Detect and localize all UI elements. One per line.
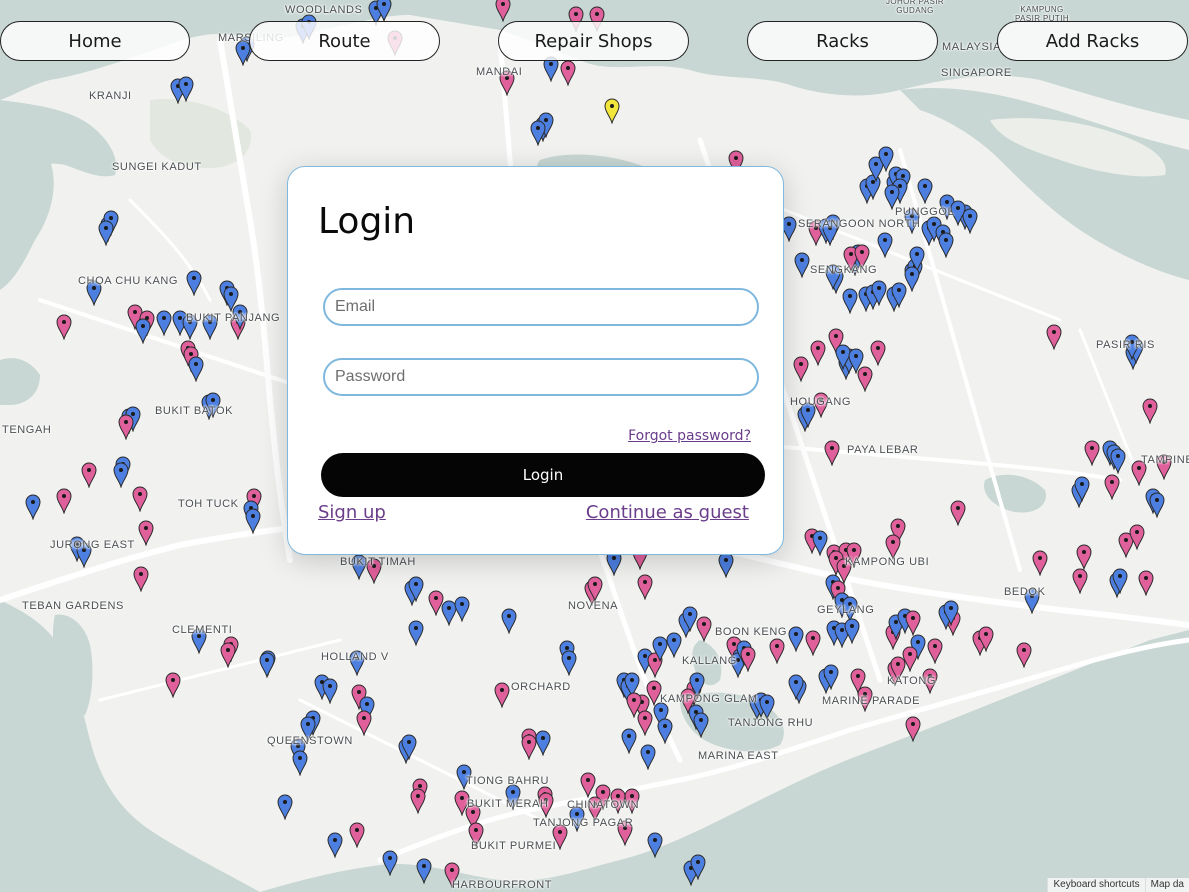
map-label-hougang: HOUGANG (790, 396, 852, 408)
map-label-chinatown: CHINATOWN (567, 799, 640, 811)
nav-racks-button[interactable]: Racks (747, 21, 938, 61)
map-label-marine-parade: MARINE PARADE (822, 695, 921, 707)
map-label-kranji: KRANJI (89, 90, 132, 102)
nav-home-button[interactable]: Home (0, 21, 190, 61)
sign-up-link[interactable]: Sign up (318, 502, 386, 523)
map-label-kallang: KALLANG (682, 655, 737, 667)
map-data-link[interactable]: Map da (1144, 878, 1189, 892)
nav-repair-shops-button[interactable]: Repair Shops (498, 21, 689, 61)
map-label-katong: KATONG (887, 675, 937, 687)
map-label-sungei-kadut: SUNGEI KADUT (112, 161, 202, 173)
map-label-mandai: MANDAI (476, 66, 523, 78)
map-label-sengkang: SENGKANG (810, 264, 878, 276)
map-label-woodlands: WOODLANDS (285, 4, 363, 16)
login-title: Login (318, 201, 416, 242)
map-label-bukit-batok: BUKIT BATOK (155, 405, 234, 417)
map-label-orchard: ORCHARD (511, 681, 571, 693)
map-label-jurong-east: JURONG EAST (50, 539, 135, 551)
map-label-pasir-ris: PASIR RIS (1096, 339, 1155, 351)
map-label-singapore: SINGAPORE (941, 67, 1012, 79)
map-label-punggol: PUNGGOL (895, 206, 955, 218)
map-label-tanjong-pagar: TANJONG PAGAR (533, 817, 634, 829)
map-label-choa-chu-kang: CHOA CHU KANG (78, 275, 179, 287)
nav-add-racks-button[interactable]: Add Racks (997, 21, 1188, 61)
map-label-toh-tuck: TOH TUCK (178, 498, 239, 510)
continue-as-guest-link[interactable]: Continue as guest (586, 502, 749, 523)
map-label-novena: NOVENA (568, 600, 619, 612)
map-label-bukit-merah: BUKIT MERAH (467, 798, 549, 810)
map-label-tiong-bahru: TIONG BAHRU (466, 775, 549, 787)
map-label-kampong-ubi: KAMPONG UBI (845, 556, 930, 568)
map-label-bukit-panjang: BUKIT PANJANG (186, 312, 281, 324)
map-label-tanjong-rhu: TANJONG RHU (728, 717, 814, 729)
map-label-clementi: CLEMENTI (172, 624, 233, 636)
map-label-bukit-timah: BUKIT TIMAH (340, 556, 416, 568)
email-field[interactable] (323, 288, 759, 326)
map-label-bedok: BEDOK (1004, 586, 1046, 598)
nav-route-button[interactable]: Route (249, 21, 440, 61)
map-label-harbourfront: HARBOURFRONT (452, 879, 553, 891)
map-label-geylang: GEYLANG (817, 604, 875, 616)
map-label-holland-v: HOLLAND V (321, 651, 389, 663)
keyboard-shortcuts-link[interactable]: Keyboard shortcuts (1047, 878, 1145, 892)
map-label-kampong-glam: KAMPONG GLAM (660, 693, 758, 705)
map-label-teban-gardens: TEBAN GARDENS (22, 600, 124, 612)
login-card: Login Forgot password? Login Sign up Con… (287, 166, 784, 555)
map-attribution: Keyboard shortcuts Map da (1047, 878, 1189, 892)
map-label-tengah: TENGAH (2, 424, 52, 436)
map-label-paya-lebar: PAYA LEBAR (847, 444, 919, 456)
map-label-tampines: TAMPINES (1141, 454, 1189, 466)
app-root: WOODLANDS MARSILING MANDAI KRANJI SUNGEI… (0, 0, 1189, 892)
password-field[interactable] (323, 358, 759, 396)
map-label-malaysia: MALAYSIA (942, 41, 1002, 53)
map-label-serangoon-north: SERANGOON NORTH (798, 218, 921, 230)
forgot-password-link[interactable]: Forgot password? (628, 428, 751, 444)
map-label-boon-keng: BOON KENG (715, 626, 788, 638)
map-label-johor-pasir-gudang: JOHOR PASIR GUDANG (885, 0, 945, 15)
map-label-marina-east: MARINA EAST (698, 750, 779, 762)
map-label-bukit-purmei: BUKIT PURMEI (471, 840, 557, 852)
map-label-queenstown: QUEENSTOWN (267, 735, 353, 747)
login-button[interactable]: Login (321, 453, 765, 497)
